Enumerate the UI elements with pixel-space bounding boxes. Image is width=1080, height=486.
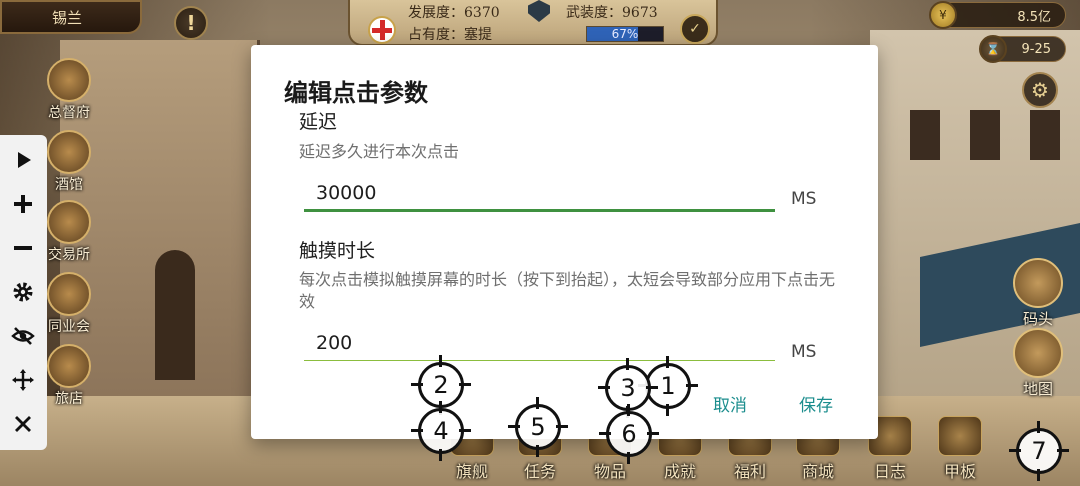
- delay-label: 延迟: [299, 111, 338, 133]
- date-counter: ⌛ 9-25: [979, 35, 1066, 63]
- auto-clicker-toolbar: [0, 135, 47, 450]
- marker-number: 4: [433, 417, 449, 445]
- menu-label: 总督府: [48, 105, 90, 121]
- shield-icon: [528, 0, 550, 22]
- click-target-marker[interactable]: 7: [1009, 421, 1069, 481]
- marker-number: 6: [621, 420, 637, 448]
- alert-icon[interactable]: !: [174, 6, 208, 40]
- gold-counter: ¥ 8.5亿: [929, 1, 1066, 29]
- menu-label: 交易所: [48, 247, 90, 263]
- occupancy-progress-bar: 67%: [586, 26, 664, 42]
- close-icon[interactable]: [6, 407, 40, 441]
- gold-value: 8.5亿: [1017, 9, 1051, 25]
- menu-inn[interactable]: 旅店: [38, 344, 100, 408]
- city-name-tag[interactable]: 锡兰: [0, 0, 142, 34]
- duration-input[interactable]: [304, 326, 775, 360]
- inn-icon: [47, 344, 91, 388]
- menu-label: 同业会: [48, 319, 90, 335]
- play-icon[interactable]: [6, 143, 40, 177]
- menu-label: 酒馆: [55, 177, 83, 193]
- hourglass-icon: ⌛: [979, 35, 1007, 63]
- duration-label: 触摸时长: [299, 240, 376, 262]
- menu-label: 日志: [873, 462, 906, 481]
- ship-icon: [938, 416, 982, 456]
- duration-input-underline: [304, 360, 775, 361]
- save-button[interactable]: 保存: [799, 391, 833, 416]
- dock-icon: [1013, 258, 1063, 308]
- menu-deck[interactable]: 甲板: [928, 416, 992, 482]
- menu-label: 地图: [1022, 380, 1053, 398]
- marker-number: 7: [1031, 437, 1047, 465]
- guild-icon: [47, 272, 91, 316]
- coin-icon: ¥: [929, 1, 957, 29]
- scroll-map-icon: [1013, 328, 1063, 378]
- city-name: 锡兰: [52, 8, 83, 27]
- move-icon[interactable]: [6, 363, 40, 397]
- eye-off-icon[interactable]: [6, 319, 40, 353]
- click-target-marker[interactable]: 6: [599, 404, 659, 464]
- delay-input-underline: [304, 209, 775, 212]
- edit-click-params-dialog: 编辑点击参数 延迟 延迟多久进行本次点击 MS 触摸时长 每次点击模拟触摸屏幕的…: [251, 45, 878, 439]
- menu-label: 旗舰: [455, 462, 488, 481]
- minus-icon[interactable]: [6, 231, 40, 265]
- menu-label: 旅店: [55, 391, 83, 407]
- settings-gear-icon[interactable]: ⚙: [1022, 72, 1058, 108]
- delay-unit: MS: [791, 189, 817, 209]
- date-value: 9-25: [1021, 41, 1051, 57]
- menu-label: 商城: [801, 462, 834, 481]
- menu-governor-office[interactable]: 总督府: [38, 58, 100, 122]
- menu-label: 物品: [593, 462, 626, 481]
- marker-number: 5: [530, 413, 546, 441]
- window: [910, 110, 940, 160]
- menu-label: 码头: [1022, 310, 1053, 328]
- duration-unit: MS: [791, 342, 817, 362]
- crown-icon: [47, 58, 91, 102]
- delay-input[interactable]: [304, 176, 775, 210]
- click-target-marker[interactable]: 4: [411, 401, 471, 461]
- city-stats-banner: 发展度：6370 武装度：9673 占有度：塞提 67% ✓: [348, 0, 718, 46]
- menu-label: 福利: [733, 462, 766, 481]
- window: [970, 110, 1000, 160]
- menu-label: 任务: [523, 462, 556, 481]
- menu-guild[interactable]: 同业会: [38, 272, 100, 336]
- click-target-marker[interactable]: 5: [508, 397, 568, 457]
- armament-stat: 武装度：9673: [566, 5, 658, 21]
- gear-icon[interactable]: [6, 275, 40, 309]
- scales-icon: [47, 200, 91, 244]
- duration-description: 每次点击模拟触摸屏幕的时长（按下到抬起），太短会导致部分应用下点击无效: [299, 270, 836, 311]
- checkmark-icon[interactable]: ✓: [680, 14, 710, 44]
- cancel-button[interactable]: 取消: [713, 391, 747, 416]
- menu-tavern[interactable]: 酒馆: [38, 130, 100, 194]
- dialog-title: 编辑点击参数: [284, 79, 428, 107]
- menu-map[interactable]: 地图: [1008, 328, 1068, 399]
- flag-icon: [368, 16, 396, 44]
- plus-icon[interactable]: [6, 187, 40, 221]
- menu-exchange[interactable]: 交易所: [38, 200, 100, 264]
- development-stat: 发展度：6370: [408, 5, 500, 21]
- archway: [155, 250, 195, 380]
- tavern-icon: [47, 130, 91, 174]
- menu-dock[interactable]: 码头: [1008, 258, 1068, 329]
- menu-label: 成就: [663, 462, 696, 481]
- occupancy-percent: 67%: [611, 27, 639, 41]
- window: [1030, 110, 1060, 160]
- delay-description: 延迟多久进行本次点击: [299, 142, 460, 161]
- menu-label: 甲板: [943, 462, 976, 481]
- occupancy-stat: 占有度：塞提: [408, 27, 492, 43]
